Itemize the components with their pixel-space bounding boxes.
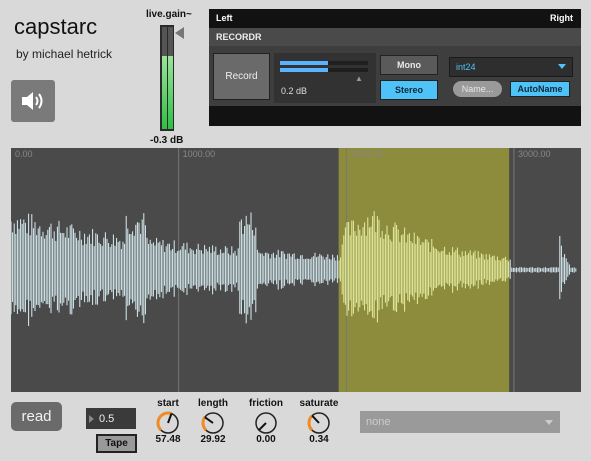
speaker-toggle-button[interactable]: [11, 80, 55, 122]
dial-label-length: length: [198, 398, 228, 409]
dial-label-friction: friction: [249, 398, 283, 409]
format-select-value: int24: [456, 62, 476, 72]
recorder-title-bar: [209, 28, 581, 46]
chevron-down-icon: [545, 420, 553, 425]
dial-saturate[interactable]: [306, 410, 332, 436]
ruler-tick-label: 2000.00: [350, 149, 383, 159]
recorder-right-label: Right: [550, 13, 573, 23]
name-button[interactable]: Name...: [453, 81, 502, 97]
gain-value: -0.3 dB: [150, 135, 184, 146]
number-box-arrow-icon: [89, 414, 94, 423]
stereo-button[interactable]: Stereo: [380, 80, 438, 100]
gain-meter-left: [162, 27, 167, 129]
record-button[interactable]: Record: [213, 53, 270, 100]
read-button[interactable]: read: [11, 402, 62, 431]
recorder-meter-top: [280, 61, 368, 65]
dial-label-saturate: saturate: [299, 398, 339, 409]
speed-number-box[interactable]: 0.5: [86, 408, 136, 429]
recorder-title: RECORDR: [216, 32, 262, 42]
gain-meter-right: [168, 27, 173, 129]
ruler-tick-label: 3000.00: [518, 149, 551, 159]
recorder-level-db: 0.2 dB: [281, 86, 308, 96]
speed-value: 0.5: [99, 412, 115, 425]
dial-value-length: 29.92: [200, 434, 226, 445]
ruler-tick-label: 0.00: [15, 149, 33, 159]
autoname-button[interactable]: AutoName: [510, 81, 570, 97]
speaker-icon: [22, 92, 43, 110]
dial-value-friction: 0.00: [256, 434, 276, 445]
dial-friction[interactable]: [253, 410, 279, 436]
preset-dropdown[interactable]: none: [360, 411, 560, 433]
format-select[interactable]: int24: [449, 57, 573, 77]
tape-toggle-button[interactable]: Tape: [96, 434, 137, 453]
author-credit: by michael hetrick: [16, 47, 113, 61]
recorder-level-thumb[interactable]: ▲: [355, 74, 363, 83]
gain-meter[interactable]: [160, 25, 174, 131]
dial-value-saturate: 0.34: [309, 434, 329, 445]
chevron-down-icon: [558, 64, 566, 69]
preset-dropdown-value: none: [366, 416, 391, 428]
recorder-meter-bottom: [280, 68, 368, 72]
gain-label: live.gain~: [146, 9, 192, 20]
gain-slider-thumb[interactable]: [175, 27, 184, 39]
ruler-tick-label: 1000.00: [183, 149, 216, 159]
dial-length[interactable]: [200, 410, 226, 436]
dial-start[interactable]: [155, 410, 181, 436]
app-title: capstarc: [14, 14, 98, 39]
mono-button[interactable]: Mono: [380, 55, 438, 75]
recorder-left-label: Left: [216, 13, 233, 23]
waveform-display[interactable]: 0.00 1000.00 2000.00 3000.00: [11, 148, 581, 392]
